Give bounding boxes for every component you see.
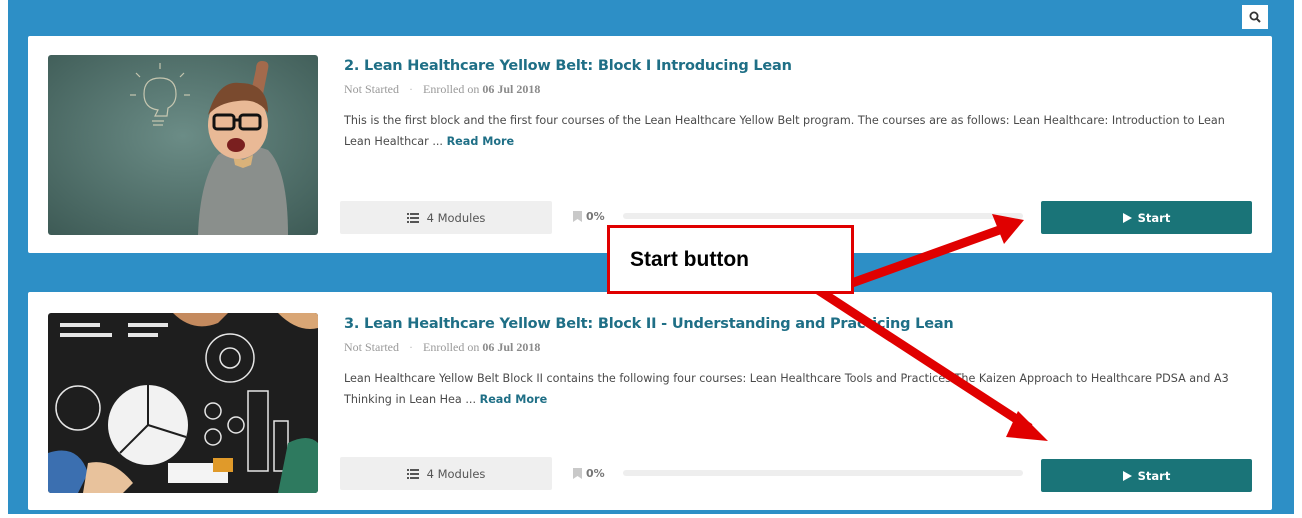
list-icon [406,212,419,223]
play-icon [1122,212,1132,223]
bookmark-icon [573,468,582,479]
modules-label: 4 Modules [426,210,486,225]
start-button-label: Start [1137,468,1171,483]
course-thumbnail[interactable] [48,313,318,493]
progress-bar [623,213,1023,219]
read-more-link[interactable]: Read More [480,393,548,406]
read-more-link[interactable]: Read More [447,135,515,148]
progress-bar [623,470,1023,476]
course-meta: Not Started · Enrolled on 06 Jul 2018 [344,82,540,97]
enrolled-date: 06 Jul 2018 [482,82,541,96]
modules-button[interactable]: 4 Modules [340,457,552,490]
course-thumbnail[interactable] [48,55,318,235]
enrolled-label: Enrolled on [423,82,480,96]
list-icon [406,468,419,479]
progress-percent: 0% [586,467,605,480]
course-status: Not Started [344,82,399,96]
modules-label: 4 Modules [426,466,486,481]
course-title[interactable]: 2. Lean Healthcare Yellow Belt: Block I … [344,58,792,74]
course-status: Not Started [344,340,399,354]
annotation-callout-text: Start button [630,247,749,271]
meta-separator: · [409,340,413,354]
search-icon [1249,11,1261,23]
course-description: Lean Healthcare Yellow Belt Block II con… [344,368,1249,410]
course-title[interactable]: 3. Lean Healthcare Yellow Belt: Block II… [344,316,954,332]
enrolled-label: Enrolled on [423,340,480,354]
search-button[interactable] [1242,5,1268,29]
annotation-callout: Start button [607,225,854,294]
meta-separator: · [409,82,413,96]
course-card: 3. Lean Healthcare Yellow Belt: Block II… [28,292,1272,510]
start-button[interactable]: Start [1041,201,1252,234]
modules-button[interactable]: 4 Modules [340,201,552,234]
course-meta: Not Started · Enrolled on 06 Jul 2018 [344,340,540,355]
enrolled-date: 06 Jul 2018 [482,340,541,354]
progress-indicator: 0% [573,457,1023,490]
course-description-text: Lean Healthcare Yellow Belt Block II con… [344,372,1229,406]
start-button[interactable]: Start [1041,459,1252,492]
course-description: This is the first block and the first fo… [344,110,1249,152]
course-card: 2. Lean Healthcare Yellow Belt: Block I … [28,36,1272,253]
progress-percent: 0% [586,210,605,223]
play-icon [1122,470,1132,481]
bookmark-icon [573,211,582,222]
start-button-label: Start [1137,210,1171,225]
